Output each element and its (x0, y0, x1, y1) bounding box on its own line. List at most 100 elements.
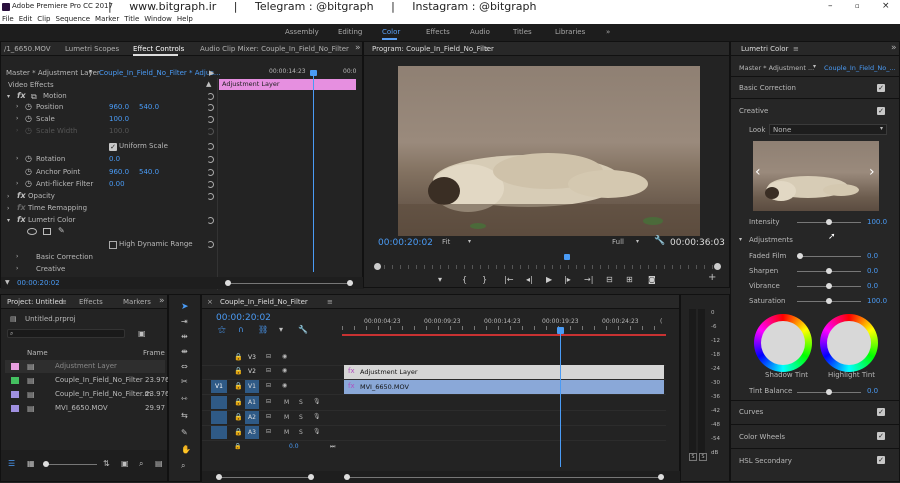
menu-sequence[interactable]: Sequence (56, 15, 91, 23)
project-item[interactable]: ▤ Adjustment Layer (5, 360, 165, 373)
lift-icon[interactable]: ⊟ (606, 275, 613, 284)
col-name[interactable]: Name (27, 348, 48, 359)
scale-value[interactable]: 100.0 (109, 114, 129, 125)
faded-film-slider[interactable] (797, 253, 861, 259)
position-y[interactable]: 540.0 (139, 102, 159, 113)
creative-checkbox[interactable]: ✓ (877, 107, 885, 115)
program-title[interactable]: Program: Couple_In_Field_No_Filter (372, 45, 494, 53)
hdr-checkbox[interactable] (109, 241, 117, 249)
slip-tool-icon[interactable]: ⇿ (181, 395, 188, 403)
source-patch-audio[interactable] (211, 396, 227, 409)
ec-playhead-handle[interactable] (310, 70, 317, 76)
look-preview-thumbnail[interactable] (753, 141, 879, 211)
track-target[interactable]: V2 (245, 365, 259, 378)
expand-chevron-icon[interactable]: › (16, 155, 18, 163)
lock-icon[interactable]: 🔒 (234, 398, 243, 406)
ws-editing[interactable]: Editing (338, 28, 362, 36)
track-target[interactable]: A2 (245, 411, 259, 424)
ws-more-icon[interactable]: » (606, 28, 610, 36)
button-editor-icon[interactable]: + (708, 273, 716, 283)
intensity-value[interactable]: 100.0 (867, 217, 887, 228)
project-item[interactable]: ▤ MVI_6650.MOV 29.97 (5, 402, 165, 415)
intensity-slider[interactable] (797, 219, 861, 225)
menu-file[interactable]: File (2, 15, 14, 23)
faded-film-value[interactable]: 0.0 (867, 251, 878, 262)
stopwatch-icon[interactable]: ◷ (25, 155, 32, 163)
program-video-frame[interactable] (398, 66, 700, 236)
basic-correction-section[interactable]: Basic Correction (739, 83, 796, 94)
expand-chevron-icon[interactable]: › (16, 103, 18, 111)
ws-audio[interactable]: Audio (470, 28, 490, 36)
saturation-slider[interactable] (797, 298, 861, 304)
timeline-playhead[interactable] (560, 331, 561, 467)
panel-menu-icon[interactable]: ≡ (61, 298, 67, 306)
reset-icon[interactable] (207, 104, 214, 111)
sync-lock-icon[interactable]: ⊟ (266, 382, 271, 389)
ec-clip-bar[interactable]: Adjustment Layer (219, 79, 356, 90)
panel-menu-icon[interactable]: ≡ (484, 45, 490, 53)
solo-button[interactable]: S (299, 399, 303, 406)
quality-dropdown[interactable]: Full (612, 237, 624, 248)
add-marker-icon[interactable]: ▾ (279, 326, 283, 334)
razor-tool-icon[interactable]: ✂ (181, 378, 188, 386)
solo-right-button[interactable]: S (699, 453, 707, 461)
track-select-tool-icon[interactable]: ⇥ (181, 318, 188, 326)
pen-mask-icon[interactable]: ✎ (58, 227, 65, 235)
voiceover-mic-icon[interactable]: 🎙 (313, 413, 321, 420)
play-icon[interactable]: ▶ (546, 275, 552, 284)
go-to-out-icon[interactable]: →| (584, 275, 593, 284)
zoom-tool-icon[interactable]: ⌕ (181, 462, 185, 470)
lock-icon[interactable]: 🔒 (234, 353, 243, 361)
dropdown-arrow-icon[interactable]: ▾ (89, 68, 92, 76)
menu-title[interactable]: Title (124, 15, 139, 23)
expand-chevron-icon[interactable]: › (16, 265, 18, 273)
program-playhead[interactable] (564, 254, 570, 260)
solo-left-button[interactable]: S (689, 453, 697, 461)
ec-zoom-slider[interactable] (225, 280, 353, 286)
lumetri-title[interactable]: Lumetri Color (741, 45, 788, 53)
close-icon[interactable]: × (207, 298, 213, 306)
timeline-ruler[interactable]: 00:00:04:23 00:00:09:23 00:00:14:23 00:00:1… (342, 317, 666, 331)
video-clip[interactable]: MVI_6650.MOV (344, 380, 664, 394)
eye-icon[interactable]: ◉ (282, 353, 287, 360)
menu-clip[interactable]: Clip (37, 15, 50, 23)
sharpen-slider[interactable] (797, 268, 861, 274)
more-tabs-icon[interactable]: » (891, 43, 897, 53)
tab-markers[interactable]: Markers (123, 298, 151, 306)
expand-chevron-icon[interactable]: › (16, 115, 18, 123)
stopwatch-icon[interactable]: ◷ (25, 103, 32, 111)
maximize-icon[interactable]: ▫ (855, 2, 860, 10)
export-frame-icon[interactable]: ◙ (648, 275, 656, 284)
lock-icon[interactable]: 🔒 (234, 443, 241, 450)
creative-section[interactable]: Creative (739, 106, 768, 117)
wrench-icon[interactable]: 🔧 (654, 237, 665, 246)
basic-correction-checkbox[interactable]: ✓ (877, 84, 885, 92)
ripple-edit-tool-icon[interactable]: ⇹ (181, 333, 188, 341)
hsl-checkbox[interactable]: ✓ (877, 456, 885, 464)
curves-section[interactable]: Curves (739, 407, 763, 418)
tab-effects[interactable]: Effects (79, 298, 103, 306)
sync-lock-icon[interactable]: ⊟ (266, 367, 271, 374)
step-forward-icon[interactable]: |▸ (564, 275, 571, 284)
selection-tool-icon[interactable]: ➤ (181, 303, 189, 312)
tab-audio-clip-mixer[interactable]: Audio Clip Mixer: Couple_In_Field_No_Fil… (200, 45, 349, 53)
timeline-timecode[interactable]: 00:00:20:02 (216, 311, 271, 323)
source-patch-v1[interactable]: V1 (211, 380, 227, 393)
snap-icon[interactable]: ∩ (238, 326, 244, 334)
vibrance-value[interactable]: 0.0 (867, 281, 878, 292)
saturation-value[interactable]: 100.0 (867, 296, 887, 307)
fit-dropdown[interactable]: Fit (442, 237, 450, 248)
reset-icon[interactable] (207, 193, 214, 200)
scrub-start-knob[interactable] (374, 263, 381, 270)
reset-icon[interactable] (207, 241, 214, 248)
reset-icon[interactable] (207, 169, 214, 176)
new-item-icon[interactable]: ▤ (155, 460, 163, 468)
pen-tool-icon[interactable]: ✎ (181, 429, 188, 437)
track-scroll-slider[interactable] (216, 474, 314, 480)
anchor-x[interactable]: 960.0 (109, 167, 129, 178)
sync-lock-icon[interactable]: ⊟ (266, 353, 271, 360)
eye-icon[interactable]: ◉ (282, 382, 287, 389)
eye-icon[interactable]: ◉ (282, 367, 287, 374)
expand-chevron-icon[interactable]: › (16, 180, 18, 188)
anchor-y[interactable]: 540.0 (139, 167, 159, 178)
